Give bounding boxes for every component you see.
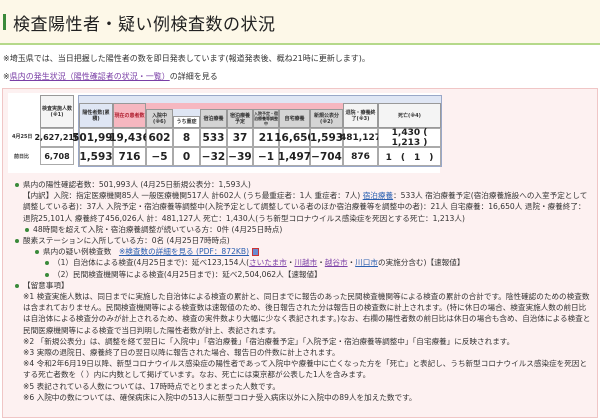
today-positives: 501,993 [72, 128, 120, 147]
breakdown-part-a: 【内訳】入院：指定医療機関85人 一般医療機関517人 計602人 (うち最重症… [23, 191, 363, 201]
city-link-saitama[interactable]: さいたま市 [249, 258, 287, 267]
city-link-koshigaya[interactable]: 越谷市 [325, 258, 348, 267]
page-title: 検査陽性者・疑い例検査数の状況 [13, 15, 276, 35]
notes-heading: 【留意事項】 [13, 280, 593, 291]
row-label-today: 4月25日 [12, 134, 33, 140]
today-severe: 8 [173, 128, 200, 147]
header-adjusting: 入院予定・宿泊療養等調整中 [253, 109, 279, 128]
oxygen-station-item: 酸素ステーションに入所している方：0名 (4月25日7時時点) [13, 235, 593, 246]
status-panel: 4月25日 前日比 検査実施人数(※1) 2,627,216 6,708 陽性者… [2, 88, 598, 418]
diff-recovered: 876 [343, 147, 378, 166]
today-deaths: 1,430 ( 1,213 ) [378, 128, 441, 148]
note-5: ※5 表記されている人数については、17時時点でとりまとまった人数です。 [23, 381, 281, 391]
note-suffix: の詳細を見る [169, 72, 218, 81]
local-tests-suffix: の実施分含む)【速報値】 [377, 258, 465, 268]
note-1: ※1 検査実施人数は、同日までに実施した自治体による検査の累計と、同日までに報告… [23, 292, 591, 335]
today-hospitalized: 602 [146, 128, 173, 147]
city-link-kawagoe[interactable]: 川越市 [294, 258, 317, 267]
header-current: 現在の患者数 [113, 103, 146, 128]
row-label-diff: 前日比 [14, 154, 30, 160]
header-new: 新規公表分(※2) [310, 109, 343, 128]
note-4: ※4 令和2年6月19日以降、新型コロナウイルス感染症の陽性者であって入院中や療… [23, 359, 588, 380]
positive-count-text: 県内の陽性確認者数：501,993人 (4月25日新規公表分：1,593人) [23, 180, 251, 189]
breakdown-text: 【内訳】入院：指定医療機関85人 一般医療機関517人 計602人 (うち最重症… [13, 190, 593, 224]
header-recovered: 退院・療養終了(※3) [343, 103, 378, 128]
prefecture-status-link[interactable]: 県内の発生状況（陽性確認者の状況・一覧） [10, 72, 170, 81]
status-details: 県内の陽性確認者数：501,993人 (4月25日新規公表分：1,593人) 【… [13, 179, 593, 403]
note-2: ※2 「新規公表分」は、調整を経て翌日に「入院中」「宿泊療養」「宿泊療養予定」「… [23, 336, 515, 346]
test-details-pdf-link[interactable]: ※検査数の詳細を見る (PDF：872KB) [119, 247, 249, 256]
local-tests-text: （1）自治体による検査(4月25日まで)：延べ123,154人( [53, 258, 250, 268]
today-recovered: 481,127 [340, 128, 381, 147]
diff-new: −704 [310, 147, 343, 166]
note-mark: ※ [3, 72, 10, 81]
diff-home: 1,497 [278, 147, 311, 166]
page-header: 検査陽性者・疑い例検査数の状況 [0, 0, 600, 45]
today-hotel-planned: 37 [227, 128, 253, 147]
header-hotel-planned: 宿泊療養予定 [227, 109, 253, 128]
diff-positives: 1,593 [79, 147, 113, 166]
today-current: 19,436 [109, 128, 150, 147]
status-table: 4月25日 前日比 検査実施人数(※1) 2,627,216 6,708 陽性者… [8, 93, 442, 173]
hotel-care-link[interactable]: 宿泊療養 [363, 191, 393, 200]
diff-current: 716 [113, 147, 146, 166]
header-hospitalized: 入院中(※6) [146, 109, 173, 128]
detail-note: ※県内の発生状況（陽性確認者の状況・一覧）の詳細を見る [3, 71, 218, 82]
today-hotel: 533 [200, 128, 227, 147]
today-tests: 2,627,216 [34, 128, 80, 147]
today-home: 16,650 [274, 128, 315, 147]
suspect-tests-item: 県内の疑い例検査数 ※検査数の詳細を見る (PDF：872KB) [33, 246, 593, 257]
pdf-icon [252, 248, 260, 257]
header-tests: 検査実施人数(※1) [40, 95, 74, 128]
header-positives: 陽性者数(累積) [79, 103, 113, 128]
diff-hotel-planned: −39 [227, 147, 253, 166]
diff-tests: 6,708 [40, 147, 74, 165]
local-tests-item: （1）自治体による検査(4月25日まで)：延べ123,154人(さいたま市・川越… [43, 257, 593, 268]
over-48h-item: 48時間を超えて入院・宿泊療養調整が続いている方：0件 (4月25日時点) [23, 224, 593, 235]
diff-hospitalized: −5 [146, 147, 173, 166]
header-hotel: 宿泊療養 [200, 109, 227, 128]
positive-count-item: 県内の陽性確認者数：501,993人 (4月25日新規公表分：1,593人) [13, 179, 593, 190]
note-6: ※6 入院中の数については、確保病床に入院中の513人に新型コロナ受入病床以外に… [23, 392, 417, 402]
diff-deaths: 1 ( 1 ) [378, 147, 441, 166]
header-deaths: 死亡(※4) [378, 103, 441, 128]
private-tests-item: （2）民間検査機関等による検査(4月25日まで)：延べ2,504,062人【速報… [43, 269, 593, 280]
header-home: 自宅療養 [279, 109, 310, 128]
city-link-kawaguchi[interactable]: 川口市 [355, 258, 378, 267]
diff-adjusting: −1 [253, 147, 279, 166]
diff-severe: 0 [173, 147, 200, 166]
diff-hotel: −32 [200, 147, 227, 166]
note-3: ※3 実際の退院日、療養終了日の翌日以降に報告された場合、報告日の件数に計上され… [23, 348, 340, 358]
update-note: ※埼玉県では、当日把握した陽性者の数を即日発表しています(報道発表後、概ね21時… [3, 54, 370, 63]
header-severe: うち重症 [173, 116, 200, 128]
today-new: 1,593 [310, 128, 343, 147]
title-accent [3, 14, 6, 30]
suspect-tests-label: 県内の疑い例検査数 [43, 247, 112, 257]
